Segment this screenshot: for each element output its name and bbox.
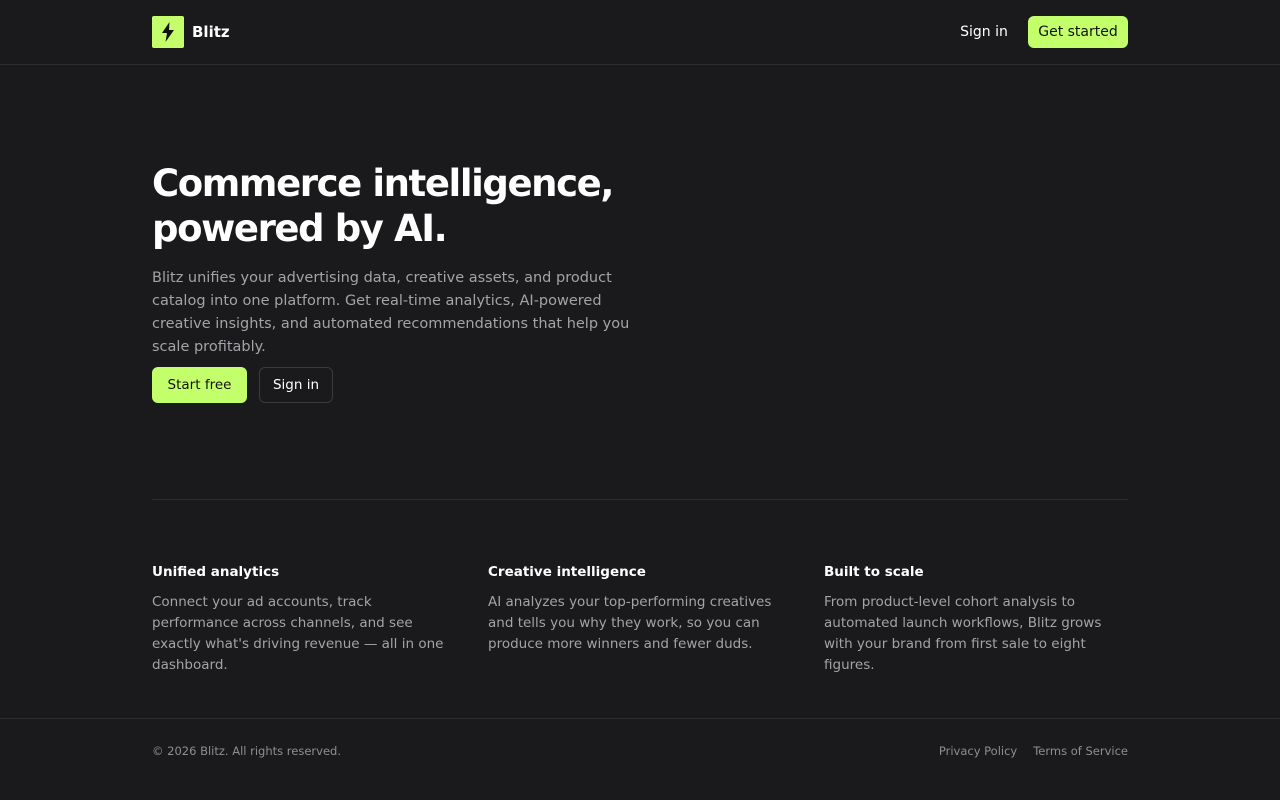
header-sign-in-link[interactable]: Sign in bbox=[952, 16, 1016, 48]
feature-description: Connect your ad accounts, track performa… bbox=[152, 594, 444, 673]
hero-sign-in-button[interactable]: Sign in bbox=[259, 367, 333, 403]
footer-links: Privacy Policy Terms of Service bbox=[939, 743, 1128, 759]
terms-of-service-link[interactable]: Terms of Service bbox=[1033, 743, 1128, 759]
hero-subtitle: Blitz unifies your advertising data, cre… bbox=[152, 270, 630, 355]
feature-description: From product-level cohort analysis to au… bbox=[824, 594, 1102, 673]
start-free-button[interactable]: Start free bbox=[152, 367, 247, 403]
feature-creative-intelligence: Creative intelligence AI analyzes your t… bbox=[488, 563, 792, 655]
hero-title-line-2: powered by AI. bbox=[152, 207, 448, 250]
copyright-text: © 2026 Blitz. All rights reserved. bbox=[152, 744, 341, 758]
logo-mark[interactable] bbox=[152, 16, 184, 48]
lightning-bolt-icon bbox=[162, 22, 174, 42]
privacy-policy-link[interactable]: Privacy Policy bbox=[939, 743, 1017, 759]
feature-title: Built to scale bbox=[824, 564, 924, 580]
hero-title: Commerce intelligence, powered by AI. bbox=[152, 161, 672, 251]
feature-title: Creative intelligence bbox=[488, 564, 646, 580]
section-divider bbox=[152, 499, 1128, 500]
feature-title: Unified analytics bbox=[152, 564, 280, 580]
brand-name[interactable]: Blitz bbox=[192, 22, 230, 42]
feature-description: AI analyzes your top-performing creative… bbox=[488, 594, 772, 652]
hero-title-line-1: Commerce intelligence, bbox=[152, 162, 614, 205]
feature-built-to-scale: Built to scale From product-level cohort… bbox=[824, 563, 1128, 676]
get-started-button[interactable]: Get started bbox=[1028, 16, 1128, 48]
site-header: Blitz Sign in Get started bbox=[0, 0, 1280, 65]
site-footer: © 2026 Blitz. All rights reserved. Priva… bbox=[0, 718, 1280, 800]
feature-unified-analytics: Unified analytics Connect your ad accoun… bbox=[152, 563, 456, 676]
